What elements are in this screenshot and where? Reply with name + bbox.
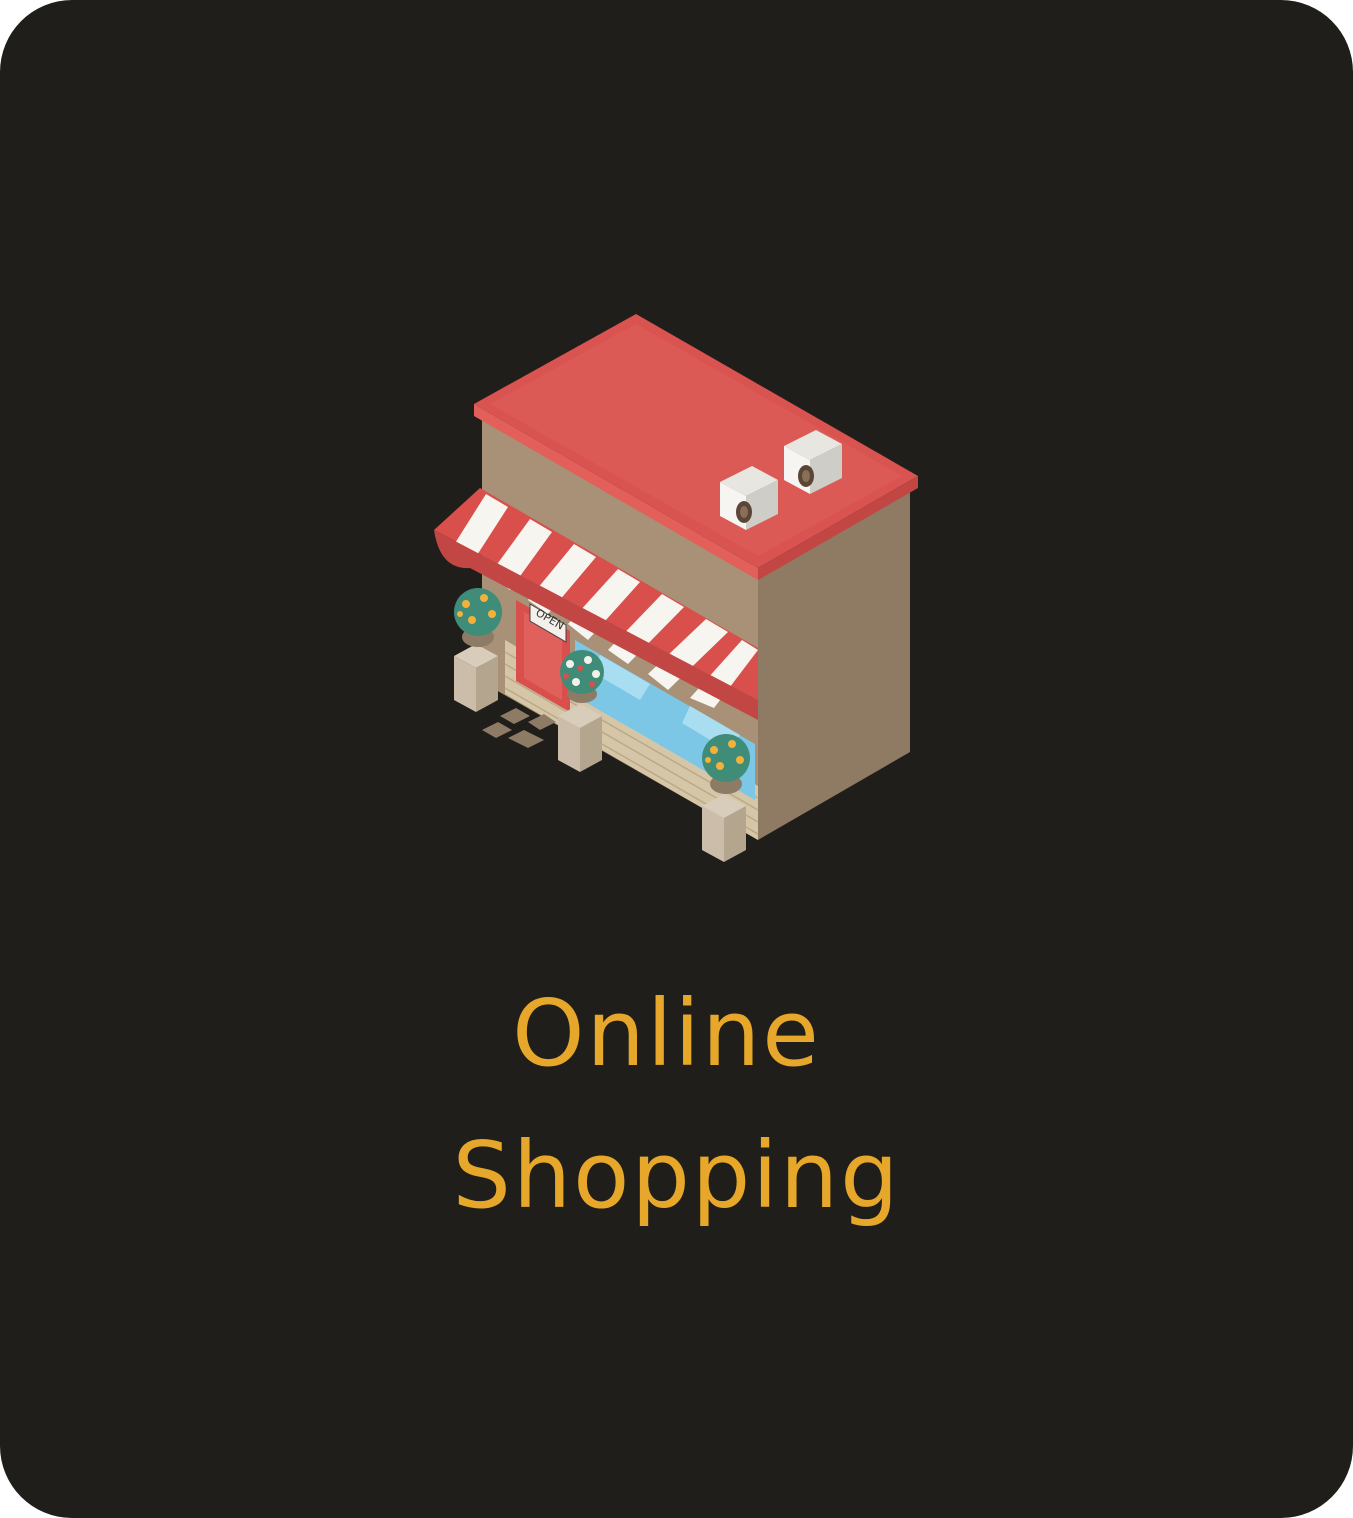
card-title-line-2: Shopping [452, 1122, 901, 1229]
online-shopping-card[interactable]: OPEN Online Shopping [0, 0, 1353, 1518]
storefront-icon: OPEN [434, 314, 918, 862]
card-title-line-1: Online [512, 980, 821, 1087]
